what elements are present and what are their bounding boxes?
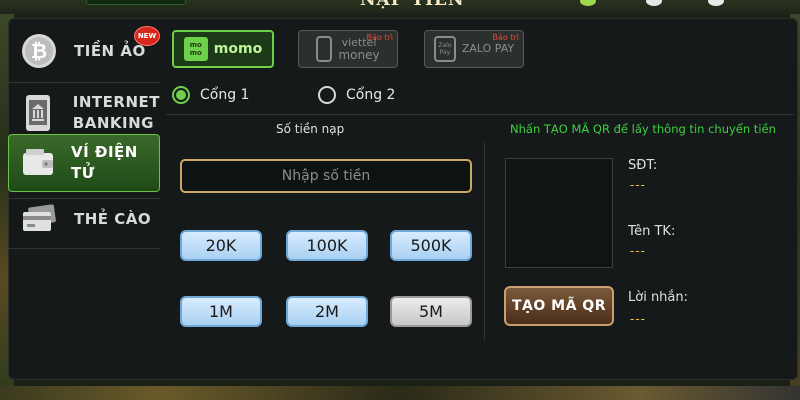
sidebar-item-scratch-card[interactable]: THẺ CÀO bbox=[8, 190, 160, 248]
sidebar-item-label: THẺ CÀO bbox=[74, 209, 152, 228]
provider-zalopay-tab[interactable]: Zalo Pay ZALO PAY Bảo trì bbox=[424, 30, 524, 68]
radio-dot bbox=[176, 90, 186, 100]
sidebar-divider bbox=[8, 248, 160, 249]
sidebar: ₿ TIỀN ẢO NEW INTERNET BANKING VÍ ĐIỆN T… bbox=[8, 22, 160, 372]
port-label: Cổng 1 bbox=[200, 87, 250, 103]
sidebar-label-line1: INTERNET bbox=[72, 93, 160, 111]
sidebar-item-crypto[interactable]: ₿ TIỀN ẢO NEW bbox=[8, 22, 160, 80]
amount-2m-button[interactable]: 2M bbox=[286, 296, 368, 327]
momo-logo-icon: mo mo bbox=[183, 37, 208, 61]
message-label: Lời nhắn: bbox=[628, 290, 689, 305]
amount-section-title: Số tiền nạp bbox=[276, 122, 345, 136]
sidebar-item-label: INTERNET BANKING bbox=[73, 92, 160, 134]
sidebar-divider bbox=[8, 82, 160, 83]
sidebar-item-e-wallet[interactable]: VÍ ĐIỆN TỬ bbox=[8, 134, 160, 192]
zalopay-logo-text: Zalo Pay bbox=[438, 42, 452, 56]
bitcoin-icon: ₿ bbox=[16, 28, 62, 74]
port-1-radio[interactable]: Cổng 1 bbox=[172, 86, 249, 104]
amount-500k-button[interactable]: 500K bbox=[390, 230, 472, 261]
content-divider bbox=[484, 142, 485, 340]
sidebar-item-label: VÍ ĐIỆN TỬ bbox=[71, 143, 138, 182]
fullscreen-icon[interactable] bbox=[646, 0, 662, 6]
generate-qr-button[interactable]: TẠO MÃ QR bbox=[504, 286, 614, 326]
port-label: Cổng 2 bbox=[346, 87, 396, 103]
bank-phone-icon bbox=[16, 90, 61, 136]
qr-code-area bbox=[505, 158, 613, 268]
message-value: --- bbox=[630, 312, 646, 326]
sidebar-label-line2: BANKING bbox=[72, 114, 154, 132]
sidebar-item-label: TIỀN ẢO bbox=[74, 41, 146, 60]
phone-value: --- bbox=[630, 178, 646, 192]
radio-circle bbox=[318, 86, 336, 104]
new-badge: NEW bbox=[134, 26, 160, 46]
card-icon bbox=[16, 196, 62, 242]
maintenance-label: Bảo trì bbox=[492, 33, 519, 42]
sound-icon[interactable] bbox=[580, 0, 596, 6]
phone-icon bbox=[316, 36, 333, 62]
momo-logo-text: mo mo bbox=[189, 41, 202, 57]
background-bottom-edge bbox=[0, 386, 800, 400]
wallet-icon bbox=[17, 140, 59, 186]
provider-momo-tab[interactable]: mo mo momo bbox=[172, 30, 274, 68]
amount-1m-button[interactable]: 1M bbox=[180, 296, 262, 327]
zalopay-logo-icon: Zalo Pay bbox=[433, 36, 456, 62]
maintenance-label: Bảo trì bbox=[366, 33, 393, 42]
account-name-label: Tên TK: bbox=[628, 224, 676, 239]
radio-circle bbox=[172, 86, 190, 104]
port-2-radio[interactable]: Cổng 2 bbox=[318, 86, 395, 104]
page-title: NẠP TIỀN bbox=[360, 0, 465, 10]
amount-100k-button[interactable]: 100K bbox=[286, 230, 368, 261]
url-strip bbox=[86, 0, 186, 5]
help-icon[interactable] bbox=[708, 0, 724, 6]
provider-viettel-money-tab[interactable]: viettel money Bảo trì bbox=[298, 30, 398, 68]
top-bar: NẠP TIỀN bbox=[0, 0, 800, 14]
provider-label: ZALO PAY bbox=[461, 42, 515, 55]
account-name-value: --- bbox=[630, 244, 646, 258]
qr-hint-text: Nhấn TẠO MÃ QR để lấy thông tin chuyển t… bbox=[510, 122, 776, 136]
provider-label: momo bbox=[213, 41, 263, 57]
amount-5m-button[interactable]: 5M bbox=[390, 296, 472, 327]
provider-label-line2: money bbox=[338, 48, 380, 62]
svg-text:₿: ₿ bbox=[31, 39, 47, 63]
amount-20k-button[interactable]: 20K bbox=[180, 230, 262, 261]
amount-input[interactable] bbox=[180, 159, 472, 193]
phone-label: SĐT: bbox=[628, 158, 658, 173]
